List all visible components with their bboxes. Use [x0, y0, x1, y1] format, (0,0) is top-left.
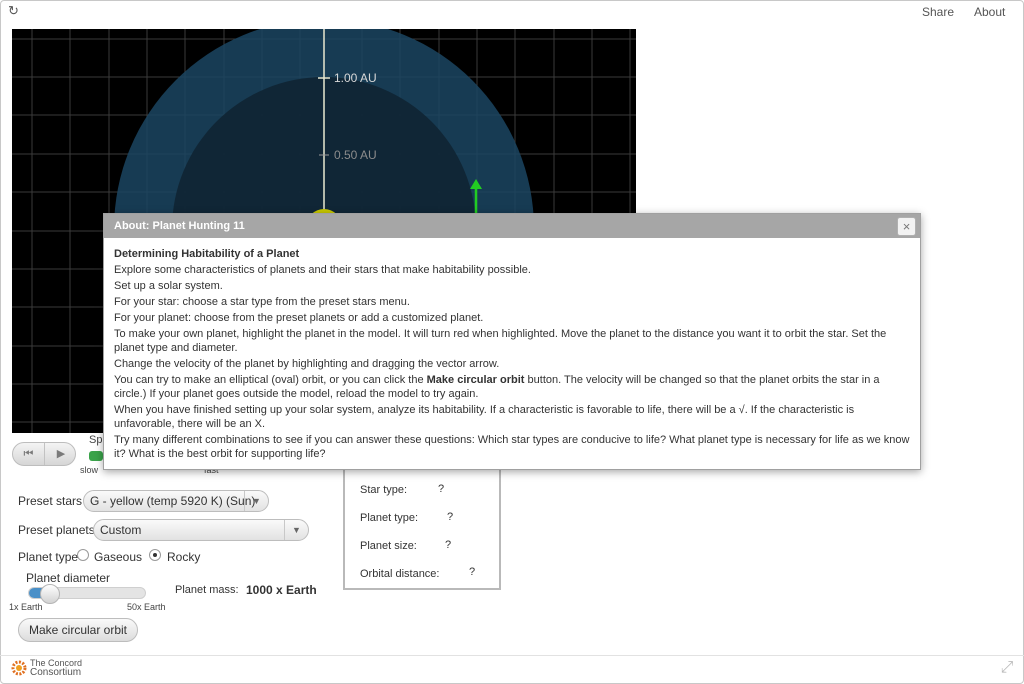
dialog-paragraph: For your planet: choose from the preset …	[114, 312, 484, 324]
footer	[0, 655, 1024, 684]
habitability-label-planet-type: Planet type:	[360, 512, 419, 524]
top-bar: ↻ Share About	[0, 0, 1024, 24]
chevron-down-icon: ▼	[284, 520, 308, 540]
concord-logo-icon[interactable]	[10, 657, 28, 677]
diameter-min-label: 1x Earth	[9, 602, 43, 612]
play-icon[interactable]: ▶	[45, 443, 77, 465]
p7-before: You can try to make an elliptical (oval)…	[114, 374, 427, 386]
dialog-paragraph: Set up a solar system.	[114, 280, 223, 292]
diameter-max-label: 50x Earth	[127, 602, 166, 612]
planet-mass-label: Planet mass:	[175, 584, 239, 596]
chevron-down-icon: ▼	[244, 491, 268, 511]
habitability-label-star: Star type:	[360, 484, 408, 496]
preset-planets-value: Custom	[100, 523, 142, 537]
dialog-paragraph: Explore some characteristics of planets …	[114, 264, 531, 276]
concord-logo-text[interactable]: The Concord Consortium	[30, 659, 82, 678]
close-icon[interactable]: ×	[897, 217, 916, 236]
habitability-label-planet-size: Planet size:	[360, 540, 417, 552]
radio-rocky[interactable]	[149, 549, 161, 561]
playback-controls: ⏮ ▶	[12, 442, 76, 466]
planet-diameter-thumb[interactable]	[40, 584, 60, 604]
planet-mass-value: 1000 x Earth	[246, 583, 317, 597]
make-circular-orbit-button[interactable]: Make circular orbit	[18, 618, 138, 642]
share-link[interactable]: Share	[922, 5, 954, 19]
preset-planets-label: Preset planets	[18, 523, 95, 537]
dialog-body: Determining Habitability of a Planet Exp…	[114, 247, 910, 463]
radio-rocky-label[interactable]: Rocky	[167, 550, 200, 564]
dialog-paragraph: Change the velocity of the planet by hig…	[114, 358, 500, 370]
dialog-paragraph: When you have finished setting up your s…	[114, 404, 855, 430]
ring-label-inner: 0.50 AU	[334, 148, 377, 162]
ring-label-outer: 1.00 AU	[334, 71, 377, 85]
preset-stars-label: Preset stars	[18, 494, 83, 508]
habitability-label-orbital-distance: Orbital distance:	[360, 568, 440, 580]
radio-gaseous[interactable]	[77, 549, 89, 561]
about-dialog: About: Planet Hunting 11 × Determining H…	[103, 213, 921, 470]
habitability-value-planet-size: ?	[445, 539, 452, 551]
planet-type-label: Planet type	[18, 550, 79, 564]
habitability-value-orbital-distance: ?	[469, 566, 476, 578]
dialog-paragraph: To make your own planet, highlight the p…	[114, 328, 887, 354]
skip-back-icon[interactable]: ⏮	[13, 443, 45, 465]
dialog-paragraph: Try many different combinations to see i…	[114, 434, 910, 460]
reload-icon[interactable]: ↻	[8, 4, 22, 18]
logo-line2: Consortium	[30, 667, 82, 678]
dialog-heading: Determining Habitability of a Planet	[114, 248, 300, 260]
planet-diameter-label: Planet diameter	[26, 571, 111, 585]
preset-planets-select[interactable]: Custom ▼	[93, 519, 309, 541]
dialog-paragraph: For your star: choose a star type from t…	[114, 296, 410, 308]
about-link[interactable]: About	[974, 5, 1005, 19]
preset-stars-value: G - yellow (temp 5920 K) (Sun)	[90, 494, 256, 508]
speed-label: Sp	[89, 434, 103, 446]
speed-slider[interactable]	[89, 451, 103, 461]
radio-gaseous-label[interactable]: Gaseous	[94, 550, 142, 564]
fullscreen-icon[interactable]: ⤢	[996, 657, 1018, 679]
p7-bold: Make circular orbit	[426, 374, 525, 386]
habitability-value-star: ?	[438, 483, 445, 495]
preset-stars-select[interactable]: G - yellow (temp 5920 K) (Sun) ▼	[83, 490, 269, 512]
habitability-value-planet-type: ?	[447, 511, 454, 523]
dialog-paragraph: You can try to make an elliptical (oval)…	[114, 373, 910, 401]
dialog-title: About: Planet Hunting 11	[104, 214, 920, 238]
speed-slow-label: slow	[80, 465, 99, 475]
